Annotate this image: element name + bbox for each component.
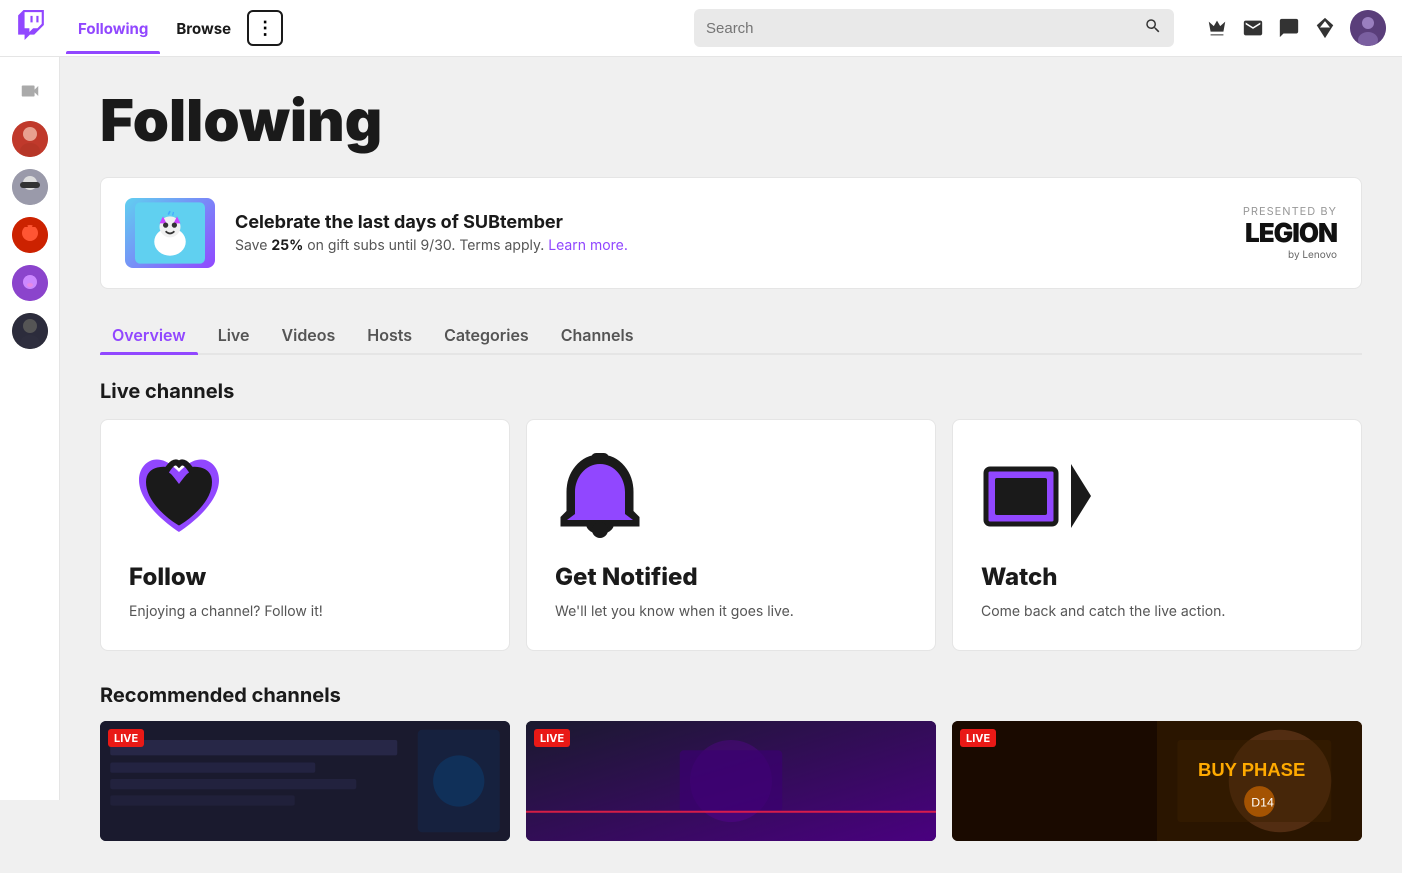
user-avatar[interactable]	[1350, 10, 1386, 46]
recommended-grid: LIVE LIVE	[100, 721, 1362, 841]
notified-card-icon	[555, 452, 907, 542]
follow-card-title: Follow	[129, 562, 481, 591]
sidebar-camera-icon[interactable]	[12, 73, 48, 109]
nav-links: Following Browse ⋮	[66, 10, 283, 46]
tab-channels[interactable]: Channels	[549, 317, 646, 353]
sidebar-avatar-3[interactable]	[12, 217, 48, 253]
mail-icon[interactable]	[1242, 17, 1264, 39]
notified-card: Get Notified We'll let you know when it …	[526, 419, 936, 651]
sponsor-name: LEGION	[1245, 218, 1337, 249]
top-navigation: Following Browse ⋮	[0, 0, 1402, 57]
promo-subtitle-bold: 25%	[271, 237, 303, 254]
nav-right-icons	[1206, 10, 1386, 46]
promo-title: Celebrate the last days of SUBtember	[235, 212, 1223, 233]
crown-icon[interactable]	[1206, 17, 1228, 39]
live-channels-title: Live channels	[100, 379, 1362, 403]
rec-card-2[interactable]: LIVE	[526, 721, 936, 841]
search-button[interactable]	[1144, 17, 1162, 40]
promo-subtitle-middle: on gift subs until 9/30. Terms apply.	[303, 237, 548, 254]
tabs: Overview Live Videos Hosts Categories Ch…	[100, 317, 1362, 355]
sidebar	[0, 57, 60, 800]
live-badge-2: LIVE	[534, 729, 570, 747]
notified-card-title: Get Notified	[555, 562, 907, 591]
svg-text:BUY PHASE: BUY PHASE	[1198, 759, 1305, 780]
live-badge-3: LIVE	[960, 729, 996, 747]
main-content: Following Celebrate the last days of SUB…	[60, 57, 1402, 873]
tab-categories[interactable]: Categories	[432, 317, 541, 353]
promo-subtitle: Save 25% on gift subs until 9/30. Terms …	[235, 237, 1223, 254]
follow-card: Follow Enjoying a channel? Follow it!	[100, 419, 510, 651]
sponsor-sub: by Lenovo	[1288, 249, 1337, 261]
nav-following[interactable]: Following	[66, 11, 160, 46]
sidebar-avatar-5[interactable]	[12, 313, 48, 349]
search-bar	[694, 9, 1174, 47]
rec-card-3[interactable]: BUY PHASE D14 LIVE	[952, 721, 1362, 841]
twitch-logo[interactable]	[16, 10, 46, 47]
nav-more-button[interactable]: ⋮	[247, 10, 283, 46]
promo-image	[125, 198, 215, 268]
live-badge-1: LIVE	[108, 729, 144, 747]
promo-sponsor: PRESENTED BY LEGION by Lenovo	[1243, 204, 1337, 261]
sidebar-avatar-2[interactable]	[12, 169, 48, 205]
promo-subtitle-plain: Save	[235, 237, 271, 254]
sponsor-label: PRESENTED BY	[1243, 204, 1337, 218]
tab-videos[interactable]: Videos	[269, 317, 347, 353]
follow-card-desc: Enjoying a channel? Follow it!	[129, 601, 481, 622]
promo-learn-more-link[interactable]: Learn more.	[548, 237, 628, 254]
notified-card-desc: We'll let you know when it goes live.	[555, 601, 907, 622]
watch-card-icon	[981, 452, 1333, 542]
watch-card-desc: Come back and catch the live action.	[981, 601, 1333, 622]
nav-browse[interactable]: Browse	[164, 11, 243, 46]
tab-hosts[interactable]: Hosts	[355, 317, 424, 353]
svg-text:D14: D14	[1251, 795, 1274, 809]
promo-text: Celebrate the last days of SUBtember Sav…	[235, 212, 1223, 254]
tab-overview[interactable]: Overview	[100, 317, 198, 353]
tab-live[interactable]: Live	[206, 317, 262, 353]
promo-banner: Celebrate the last days of SUBtember Sav…	[100, 177, 1362, 289]
live-channels-grid: Follow Enjoying a channel? Follow it!	[100, 419, 1362, 651]
rec-card-1[interactable]: LIVE	[100, 721, 510, 841]
sidebar-avatar-1[interactable]	[12, 121, 48, 157]
search-input[interactable]	[706, 20, 1144, 37]
sidebar-avatar-4[interactable]	[12, 265, 48, 301]
page-title: Following	[100, 89, 1362, 153]
chat-icon[interactable]	[1278, 17, 1300, 39]
recommended-title: Recommended channels	[100, 683, 1362, 707]
watch-card-title: Watch	[981, 562, 1333, 591]
follow-card-icon	[129, 452, 481, 542]
diamond-icon[interactable]	[1314, 17, 1336, 39]
watch-card: Watch Come back and catch the live actio…	[952, 419, 1362, 651]
